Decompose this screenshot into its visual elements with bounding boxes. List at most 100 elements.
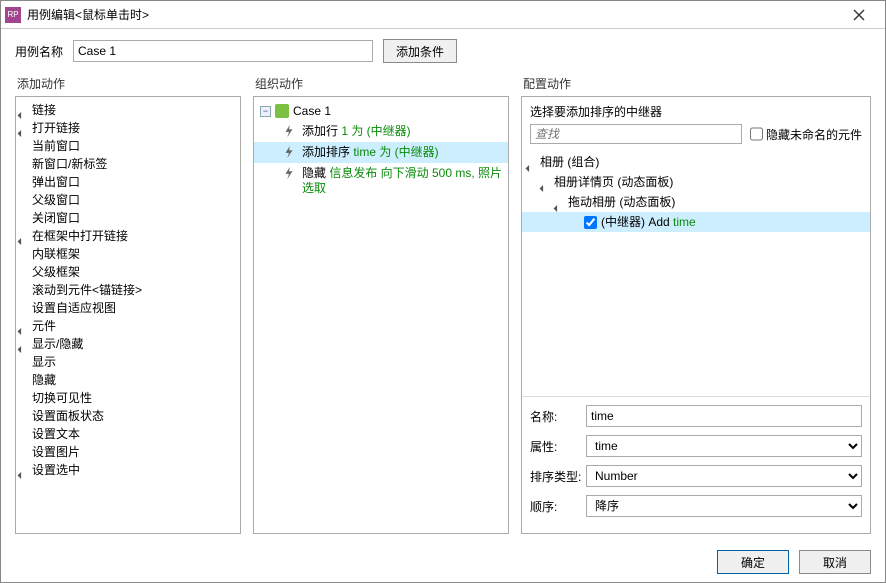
action-text: 添加排序 time 为 (中继器) [302,145,439,160]
action-tree-item[interactable]: 显示 [16,353,240,371]
action-tree-item[interactable]: 显示/隐藏 [16,335,240,353]
tree-label: 设置图片 [32,443,80,461]
expand-icon [20,123,30,133]
action-tree-item[interactable]: 设置选中 [16,461,240,479]
action-tree-item[interactable]: 弹出窗口 [16,173,240,191]
case-icon [275,104,289,118]
search-input[interactable] [530,124,742,144]
action-tree-item[interactable]: 新窗口/新标签 [16,155,240,173]
property-label: 属性: [530,438,586,455]
name-input[interactable] [586,405,862,427]
tree-label: 显示/隐藏 [32,335,83,353]
tree-label: 新窗口/新标签 [32,155,107,173]
action-row[interactable]: 添加行 1 为 (中继器) [254,121,508,142]
sorttype-label: 排序类型: [530,468,586,485]
tree-label: 内联框架 [32,245,80,263]
repeater-tree-item[interactable]: 拖动相册 (动态面板) [522,192,870,212]
expand-icon [556,197,566,207]
hide-unnamed-checkbox[interactable]: 隐藏未命名的元件 [750,124,862,144]
action-tree-item[interactable]: 父级框架 [16,263,240,281]
expand-icon [20,339,30,349]
widget-checkbox[interactable] [584,216,597,229]
action-row[interactable]: 添加排序 time 为 (中继器) [254,142,508,163]
action-tree-item[interactable]: 链接 [16,101,240,119]
tree-label: 父级框架 [32,263,80,281]
action-tree-item[interactable]: 设置文本 [16,425,240,443]
action-tree-item[interactable]: 设置面板状态 [16,407,240,425]
order-label: 顺序: [530,498,586,515]
collapse-toggle-icon[interactable]: − [260,106,271,117]
action-tree-item[interactable]: 设置图片 [16,443,240,461]
action-tree-item[interactable]: 在框架中打开链接 [16,227,240,245]
action-tree-item[interactable]: 打开链接 [16,119,240,137]
tree-label: 设置文本 [32,425,80,443]
action-tree-item[interactable]: 父级窗口 [16,191,240,209]
action-tree-item[interactable]: 当前窗口 [16,137,240,155]
expand-icon [542,177,552,187]
expand-icon [528,157,538,167]
action-tree-item[interactable]: 滚动到元件<锚链接> [16,281,240,299]
bolt-icon [282,145,296,159]
order-select[interactable]: 降序 [586,495,862,517]
bolt-icon [282,166,296,180]
tree-label: 当前窗口 [32,137,80,155]
tree-label: 设置选中 [32,461,80,479]
tree-label: 显示 [32,353,56,371]
action-text: 添加行 1 为 (中继器) [302,124,411,139]
name-label: 名称: [530,408,586,425]
action-tree-item[interactable]: 元件 [16,317,240,335]
tree-label: (中继器) Add time [601,212,696,232]
actions-tree[interactable]: 链接打开链接当前窗口新窗口/新标签弹出窗口父级窗口关闭窗口在框架中打开链接内联框… [15,96,241,534]
bolt-icon [282,124,296,138]
sorttype-select[interactable]: Number [586,465,862,487]
organize-panel: − Case 1 添加行 1 为 (中继器) 添加排序 time 为 (中继器) 隐… [253,96,509,534]
tree-label: 切换可见性 [32,389,92,407]
action-tree-item[interactable]: 内联框架 [16,245,240,263]
property-select[interactable]: time [586,435,862,457]
case-label: Case 1 [293,104,331,118]
action-tree-item[interactable]: 设置自适应视图 [16,299,240,317]
tree-label: 设置自适应视图 [32,299,116,317]
tree-label: 相册 (组合) [540,152,599,172]
col2-header: 组织动作 [253,73,509,96]
tree-label: 拖动相册 (动态面板) [568,192,675,212]
col3-header: 配置动作 [521,73,871,96]
repeater-tree-item[interactable]: (中继器) Add time [522,212,870,232]
tree-label: 元件 [32,317,56,335]
col1-header: 添加动作 [15,73,241,96]
tree-label: 父级窗口 [32,191,80,209]
action-text: 隐藏 信息发布 向下滑动 500 ms, 照片选取 [302,166,504,196]
tree-label: 链接 [32,101,56,119]
close-button[interactable] [839,1,879,28]
case-row[interactable]: − Case 1 [254,101,508,121]
ok-button[interactable]: 确定 [717,550,789,574]
hide-unnamed-cb[interactable] [750,124,763,144]
cancel-button[interactable]: 取消 [799,550,871,574]
action-row[interactable]: 隐藏 信息发布 向下滑动 500 ms, 照片选取 [254,163,508,199]
action-tree-item[interactable]: 关闭窗口 [16,209,240,227]
tree-label: 隐藏 [32,371,56,389]
expand-icon [20,465,30,475]
repeater-tree-item[interactable]: 相册 (组合) [522,152,870,172]
expand-icon [570,217,580,227]
tree-label: 在框架中打开链接 [32,227,128,245]
action-tree-item[interactable]: 隐藏 [16,371,240,389]
action-tree-item[interactable]: 切换可见性 [16,389,240,407]
tree-label: 相册详情页 (动态面板) [554,172,673,192]
app-logo-icon: RP [5,7,21,23]
add-condition-button[interactable]: 添加条件 [383,39,457,63]
tree-label: 关闭窗口 [32,209,80,227]
tree-label: 滚动到元件<锚链接> [32,281,142,299]
repeater-tree[interactable]: 相册 (组合)相册详情页 (动态面板)拖动相册 (动态面板)(中继器) Add … [522,150,870,396]
expand-icon [20,231,30,241]
tree-label: 打开链接 [32,119,80,137]
tree-label: 弹出窗口 [32,173,80,191]
expand-icon [20,321,30,331]
case-name-input[interactable] [73,40,373,62]
dialog-title: 用例编辑<鼠标单击时> [27,6,839,23]
config-instruction: 选择要添加排序的中继器 [522,97,870,124]
tree-label: 设置面板状态 [32,407,104,425]
expand-icon [20,105,30,115]
repeater-tree-item[interactable]: 相册详情页 (动态面板) [522,172,870,192]
case-name-label: 用例名称 [15,43,63,60]
